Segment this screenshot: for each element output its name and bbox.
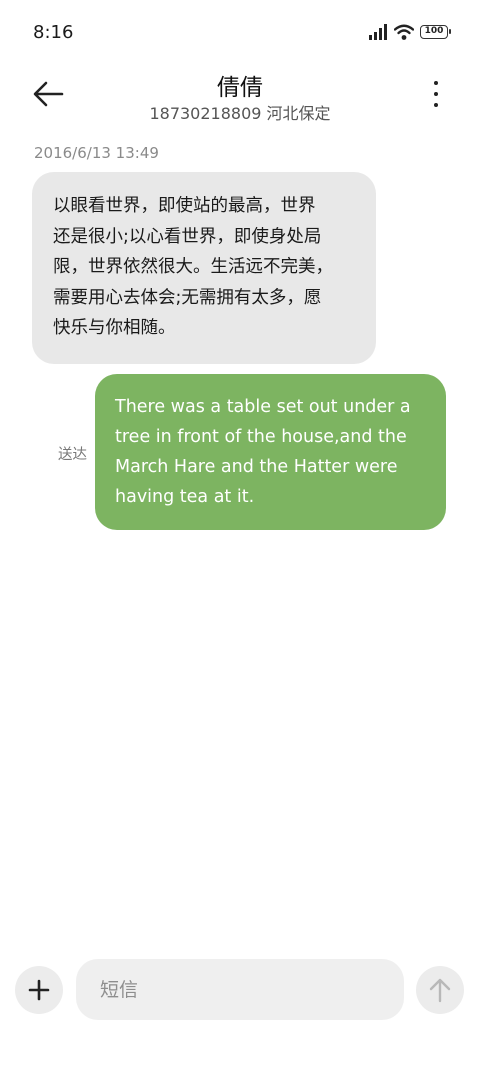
- send-button[interactable]: [416, 966, 464, 1014]
- incoming-message-bubble[interactable]: 以眼看世界，即使站的最高，世界 还是很小;以心看世界，即使身处局 限，世界依然很…: [32, 172, 376, 364]
- send-arrow-icon: [429, 978, 451, 1003]
- message-line: 需要用心去体会;无需拥有太多，愿: [53, 287, 322, 308]
- message-timestamp: 2016/6/13 13:49: [34, 144, 159, 162]
- outgoing-message-bubble[interactable]: There was a table set out under a tree i…: [95, 374, 446, 530]
- message-input-container: [76, 959, 404, 1020]
- signal-icon: [369, 24, 387, 40]
- message-line: There was a table set out under a: [115, 397, 411, 417]
- add-attachment-button[interactable]: [15, 966, 63, 1014]
- conversation-header: 倩倩 18730218809 河北保定: [0, 62, 480, 132]
- message-line: tree in front of the house,and the: [115, 427, 407, 447]
- wifi-icon: [394, 24, 414, 40]
- contact-number-location: 18730218809 河北保定: [149, 104, 331, 123]
- delivery-status: 送达: [58, 447, 87, 463]
- more-options-button[interactable]: [430, 78, 442, 110]
- message-line: March Hare and the Hatter were: [115, 457, 398, 477]
- plus-icon: [28, 979, 50, 1001]
- contact-name: 倩倩: [217, 75, 263, 101]
- more-vertical-icon: [434, 81, 438, 85]
- message-line: having tea at it.: [115, 487, 255, 507]
- status-bar: 8:16 100: [0, 0, 480, 66]
- battery-icon: 100: [420, 25, 451, 39]
- message-line: 以眼看世界，即使站的最高，世界: [53, 196, 316, 216]
- message-line: 限，世界依然很大。生活远不完美，: [53, 257, 333, 277]
- status-time: 8:16: [33, 22, 74, 43]
- message-line: 还是很小;以心看世界，即使身处局: [53, 226, 322, 247]
- status-icons: 100: [368, 24, 451, 40]
- message-input[interactable]: [76, 959, 404, 1020]
- message-line: 快乐与你相随。: [53, 318, 176, 338]
